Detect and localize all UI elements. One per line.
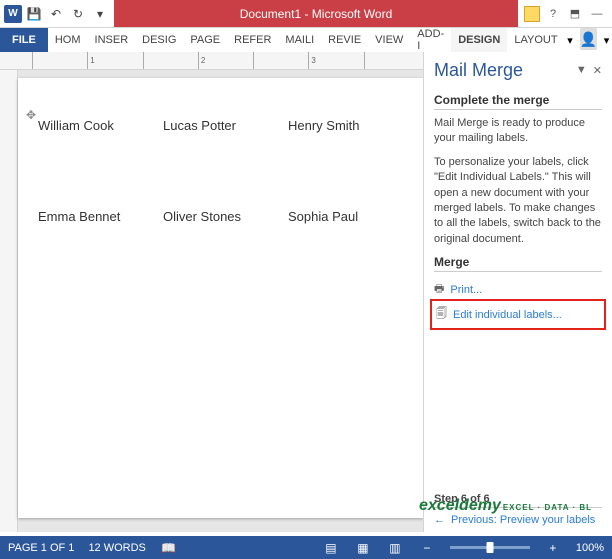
- ribbon-options-icon[interactable]: [524, 6, 540, 22]
- label-cell[interactable]: Sophia Paul: [288, 209, 403, 224]
- content-area: 1 2 3 ✥ William Cook Lucas Potter Henry …: [0, 52, 612, 532]
- tab-table-design[interactable]: DESIGN: [451, 28, 507, 52]
- edit-labels-link-label: Edit individual labels...: [453, 309, 562, 321]
- label-cell[interactable]: Lucas Potter: [163, 118, 278, 133]
- ruler-tick: 3: [308, 52, 363, 69]
- read-mode-icon[interactable]: ▤: [322, 541, 340, 555]
- zoom-slider[interactable]: [450, 546, 530, 549]
- zoom-out-icon[interactable]: −: [418, 541, 436, 555]
- zoom-in-icon[interactable]: +: [544, 541, 562, 555]
- zoom-level[interactable]: 100%: [576, 542, 604, 554]
- previous-step-label: Previous: Preview your labels: [451, 514, 595, 526]
- ruler-tick: [253, 52, 308, 69]
- tab-page[interactable]: PAGE: [183, 28, 227, 52]
- tab-mailings[interactable]: MAILI: [278, 28, 321, 52]
- task-pane-header: Mail Merge ▼ ✕: [434, 60, 602, 81]
- document-icon: 🗐: [436, 305, 447, 324]
- document-page[interactable]: ✥ William Cook Lucas Potter Henry Smith …: [18, 78, 423, 518]
- status-bar: PAGE 1 OF 1 12 WORDS 📖 ▤ ▦ ▥ − + 100%: [0, 536, 612, 559]
- tab-addins[interactable]: ADD-I: [410, 28, 451, 52]
- undo-icon[interactable]: ↶: [46, 4, 66, 24]
- ruler-tick: 1: [87, 52, 142, 69]
- edit-individual-labels-link[interactable]: 🗐 Edit individual labels...: [436, 303, 600, 326]
- horizontal-ruler[interactable]: 1 2 3: [0, 52, 423, 70]
- tab-layout[interactable]: LAYOUT: [507, 28, 564, 52]
- arrow-left-icon: ←: [434, 514, 445, 526]
- print-layout-icon[interactable]: ▦: [354, 541, 372, 555]
- qat-customize-icon[interactable]: ▾: [90, 4, 110, 24]
- tab-file[interactable]: FILE: [0, 28, 48, 52]
- user-menu-icon[interactable]: ▾: [601, 28, 612, 52]
- merge-instructions-text: To personalize your labels, click "Edit …: [434, 155, 602, 247]
- word-count[interactable]: 12 WORDS: [88, 542, 145, 554]
- ruler-tick: [32, 52, 87, 69]
- ruler-tick: 2: [198, 52, 253, 69]
- ruler-tick: [143, 52, 198, 69]
- tab-home[interactable]: HOM: [48, 28, 88, 52]
- printer-icon: 🖶: [434, 280, 444, 299]
- minimize-icon[interactable]: —: [588, 5, 606, 23]
- title-right-controls: ? ⬒ —: [518, 5, 612, 23]
- spellcheck-icon[interactable]: 📖: [160, 541, 178, 555]
- print-link-label: Print...: [450, 284, 482, 296]
- label-cell[interactable]: Henry Smith: [288, 118, 403, 133]
- tab-review[interactable]: REVIE: [321, 28, 368, 52]
- print-link[interactable]: 🖶 Print...: [434, 278, 602, 301]
- zoom-thumb[interactable]: [486, 542, 493, 553]
- edit-labels-highlight: 🗐 Edit individual labels...: [430, 299, 606, 330]
- web-layout-icon[interactable]: ▥: [386, 541, 404, 555]
- user-avatar-icon[interactable]: 👤: [580, 28, 597, 50]
- task-pane-menu-icon[interactable]: ▼: [576, 64, 587, 77]
- word-app-icon[interactable]: W: [4, 5, 22, 23]
- task-pane-title: Mail Merge: [434, 60, 523, 81]
- tab-view[interactable]: VIEW: [368, 28, 410, 52]
- label-cell[interactable]: William Cook: [38, 118, 153, 133]
- merge-heading: Merge: [434, 255, 602, 272]
- ruler-tick: [364, 52, 419, 69]
- mail-merge-task-pane: Mail Merge ▼ ✕ Complete the merge Mail M…: [424, 52, 612, 532]
- document-panel: 1 2 3 ✥ William Cook Lucas Potter Henry …: [0, 52, 424, 532]
- redo-icon[interactable]: ↻: [68, 4, 88, 24]
- watermark-brand: exceldemy: [419, 497, 501, 515]
- window-title: Document1 - Microsoft Word: [114, 0, 518, 27]
- exceldemy-watermark: exceldemy EXCEL · DATA · BL: [419, 497, 592, 515]
- complete-merge-heading: Complete the merge: [434, 93, 602, 110]
- tab-design[interactable]: DESIG: [135, 28, 183, 52]
- page-count[interactable]: PAGE 1 OF 1: [8, 542, 74, 554]
- label-cell[interactable]: Emma Bennet: [38, 209, 153, 224]
- label-cell[interactable]: Oliver Stones: [163, 209, 278, 224]
- save-icon[interactable]: 💾: [24, 4, 44, 24]
- watermark-tagline: EXCEL · DATA · BL: [503, 503, 592, 512]
- ribbon-collapse-icon[interactable]: ⬒: [566, 5, 584, 23]
- tab-insert[interactable]: INSER: [88, 28, 136, 52]
- quick-access-toolbar: W 💾 ↶ ↻ ▾: [0, 4, 114, 24]
- tab-overflow-icon[interactable]: ▾: [565, 28, 576, 52]
- ribbon-tabs: FILE HOM INSER DESIG PAGE REFER MAILI RE…: [0, 28, 612, 52]
- mailing-labels-grid: William Cook Lucas Potter Henry Smith Em…: [38, 118, 403, 224]
- task-pane-close-icon[interactable]: ✕: [593, 64, 602, 77]
- tab-references[interactable]: REFER: [227, 28, 278, 52]
- merge-ready-text: Mail Merge is ready to produce your mail…: [434, 116, 602, 147]
- title-bar: W 💾 ↶ ↻ ▾ Document1 - Microsoft Word ? ⬒…: [0, 0, 612, 28]
- vertical-ruler[interactable]: [0, 70, 18, 532]
- table-move-handle-icon[interactable]: ✥: [26, 108, 36, 122]
- help-icon[interactable]: ?: [544, 5, 562, 23]
- document-scroll-area[interactable]: ✥ William Cook Lucas Potter Henry Smith …: [0, 70, 423, 532]
